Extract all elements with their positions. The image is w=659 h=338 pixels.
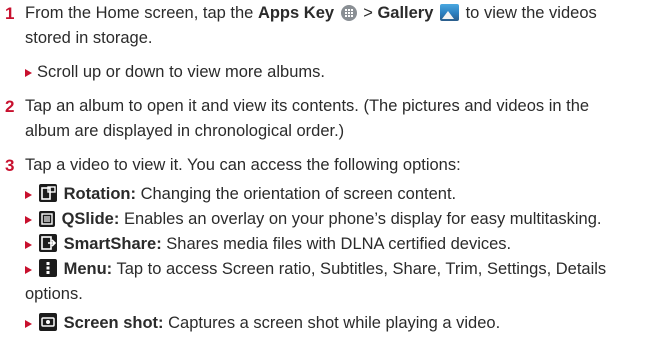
step-1: 1 From the Home screen, tap the Apps Key…: [0, 1, 659, 51]
option-description: Changing the orientation of screen conte…: [136, 185, 457, 203]
option-line: options.: [25, 285, 83, 303]
step-line: Tap an album to open it and view its con…: [25, 97, 590, 115]
bullet-arrow-icon: [25, 266, 32, 274]
rotation-icon: [39, 184, 57, 202]
step-text-segment: to view the videos: [461, 4, 597, 22]
option-title: QSlide:: [61, 210, 120, 228]
bullet-arrow-icon: [25, 191, 32, 199]
step-line: stored in storage.: [25, 29, 153, 47]
option-qslide: QSlide: Enables an overlay on your phone…: [25, 207, 653, 232]
option-title: SmartShare:: [63, 235, 162, 253]
sub-bullet: Scroll up or down to view more albums.: [25, 60, 653, 85]
step-text: From the Home screen, tap the Apps Key >…: [25, 1, 653, 51]
step-text: Tap an album to open it and view its con…: [25, 94, 653, 144]
smartshare-icon: [39, 234, 57, 252]
option-title: Rotation:: [63, 185, 136, 203]
option-line: Menu: Tap to access Screen ratio, Subtit…: [37, 257, 653, 282]
step-number: 1: [5, 4, 15, 23]
step-line: album are displayed in chronological ord…: [25, 122, 345, 140]
option-description: Shares media files with DLNA certified d…: [161, 235, 512, 253]
screenshot-icon: [39, 313, 57, 331]
sub-bullet-text: Scroll up or down to view more albums.: [37, 63, 325, 81]
option-title: Menu:: [63, 260, 113, 278]
step-number: 2: [5, 97, 15, 116]
bullet-arrow-icon: [25, 216, 32, 224]
bullet-arrow-icon: [25, 320, 32, 328]
step-3: 3 Tap a video to view it. You can access…: [0, 153, 659, 178]
step-2: 2 Tap an album to open it and view its c…: [0, 94, 659, 144]
step-line: From the Home screen, tap the Apps Key >…: [25, 1, 653, 26]
option-smartshare: SmartShare: Shares media files with DLNA…: [25, 232, 653, 257]
option-screenshot: Screen shot: Captures a screen shot whil…: [25, 311, 653, 336]
step-number: 3: [5, 156, 15, 175]
gallery-label: Gallery: [377, 4, 434, 22]
bullet-arrow-icon: [25, 241, 32, 249]
gallery-icon: [440, 4, 460, 21]
step-text-segment: From the Home screen, tap the: [25, 4, 258, 22]
option-description: Enables an overlay on your phone’s displ…: [119, 210, 602, 228]
option-rotation: Rotation: Changing the orientation of sc…: [25, 182, 653, 207]
step-line: Tap a video to view it. You can access t…: [25, 156, 461, 174]
option-menu: Menu: Tap to access Screen ratio, Subtit…: [25, 257, 653, 307]
step-text: Tap a video to view it. You can access t…: [25, 153, 653, 178]
option-title: Screen shot:: [63, 314, 164, 332]
bullet-arrow-icon: [25, 69, 32, 77]
option-description: Tap to access Screen ratio, Subtitles, S…: [112, 260, 607, 278]
option-description: Captures a screen shot while playing a v…: [163, 314, 501, 332]
apps-key-label: Apps Key: [257, 4, 335, 22]
separator: >: [358, 4, 378, 22]
menu-icon: [39, 259, 57, 277]
qslide-icon: [39, 211, 55, 227]
instruction-page: 1 From the Home screen, tap the Apps Key…: [0, 0, 659, 338]
apps-grid-icon: [340, 5, 357, 21]
